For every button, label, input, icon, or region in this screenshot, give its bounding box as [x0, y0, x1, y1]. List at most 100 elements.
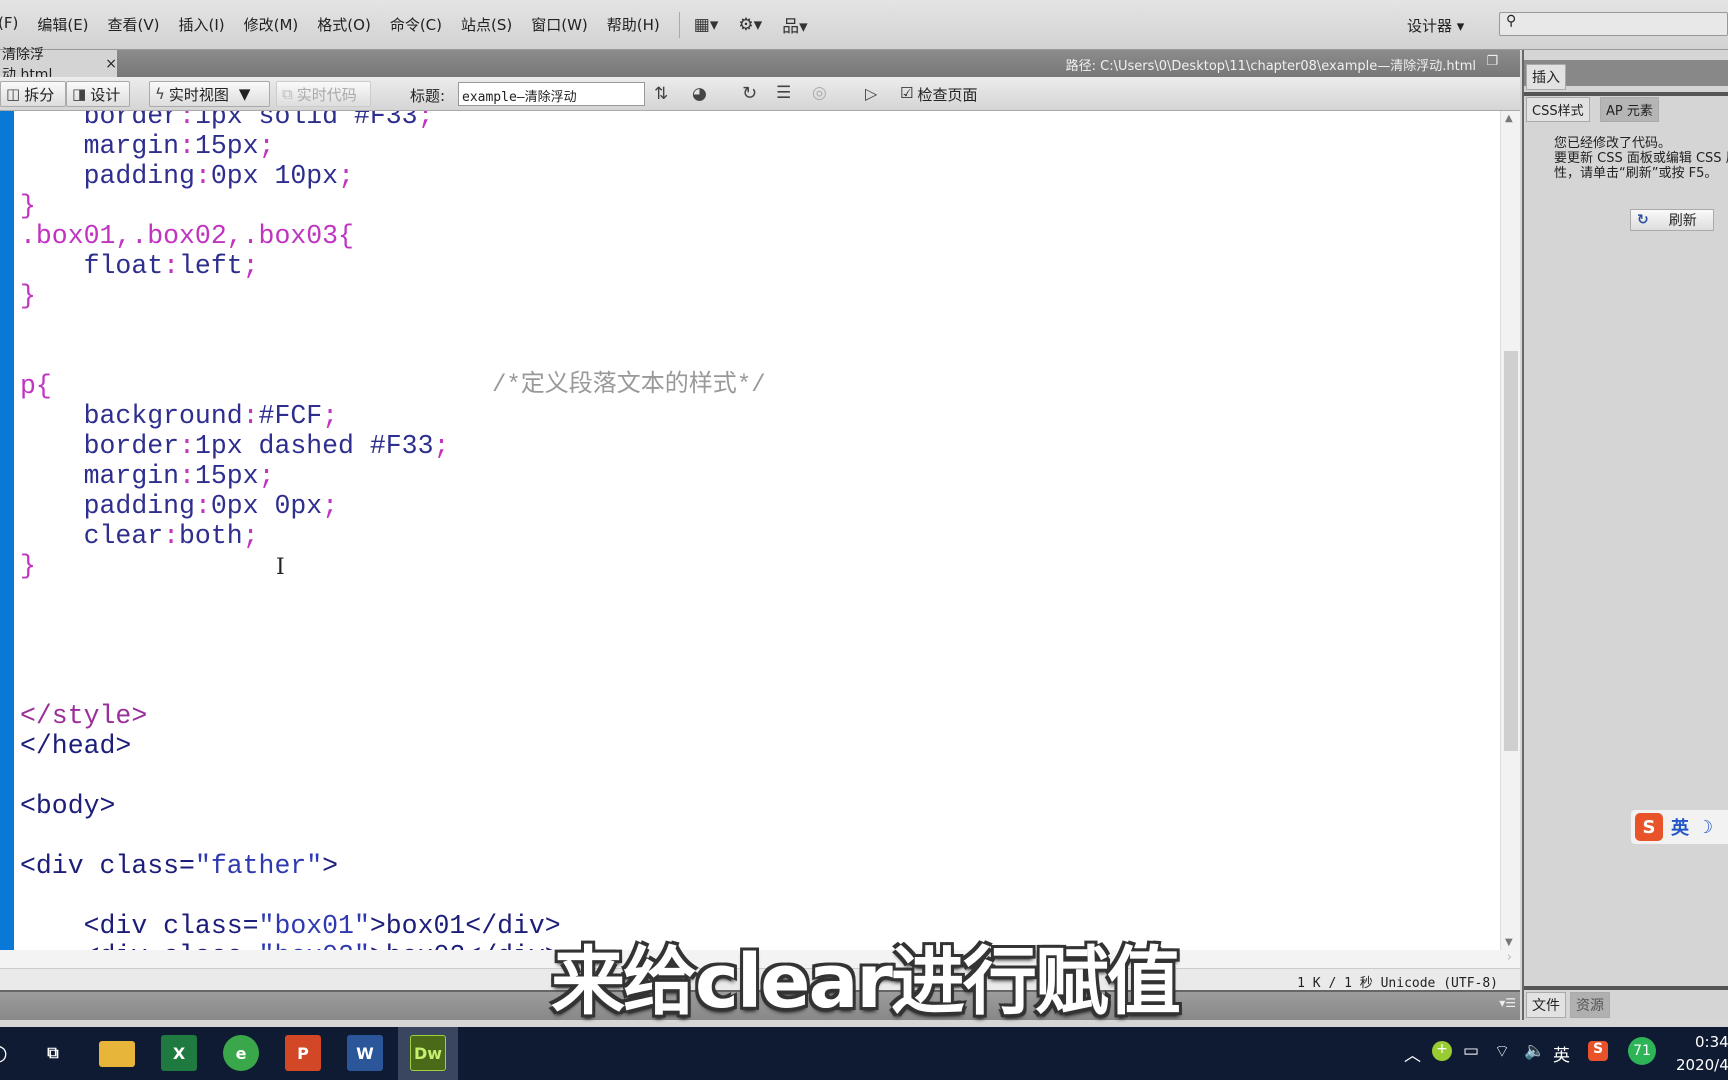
scroll-up-icon[interactable]: ▲ [1505, 113, 1513, 124]
code-token: .box01,.box02,.box03{ [20, 221, 354, 251]
ime-language[interactable]: 英 [1671, 814, 1689, 840]
powerpoint-icon[interactable]: P [285, 1035, 321, 1071]
code-token: float [20, 251, 164, 281]
code-comment: /*定义段落文本的样式*/ [492, 372, 766, 399]
split-view-button[interactable]: ◫ 拆分 [0, 81, 66, 107]
refresh-icon[interactable]: ↻ [742, 83, 757, 104]
browser-360-icon[interactable]: e [223, 1035, 259, 1071]
live-code-label: 实时代码 [296, 85, 357, 104]
menu-item[interactable]: 命令(C) [390, 14, 442, 35]
menu-item[interactable]: 帮助(H) [607, 14, 660, 35]
task-view-icon[interactable]: ⧉ [35, 1035, 71, 1071]
document-tab-bar: 清除浮动.html × 路径: C:\Users\0\Desktop\11\ch… [0, 47, 1520, 83]
live-code-icon: ⧉ [282, 85, 293, 103]
check-page-button[interactable]: ☑ 检查页面 [900, 84, 977, 105]
wifi-icon[interactable]: ⌔ [1494, 1041, 1510, 1062]
document-tab[interactable]: 清除浮动.html × [0, 47, 117, 83]
code-editor[interactable]: border:1px solid #F33; margin:15px; padd… [0, 111, 1500, 950]
code-token: ; [322, 401, 339, 431]
title-input[interactable]: example—清除浮动 [458, 82, 645, 106]
menu-item[interactable]: 格式(O) [317, 14, 371, 35]
code-token: } [20, 191, 36, 221]
code-token: 0px 10px [210, 161, 339, 191]
code-line: } [20, 191, 36, 221]
code-token: </head> [20, 731, 132, 761]
word-icon[interactable]: W [347, 1035, 383, 1071]
code-line: border:1px dashed #F33; [20, 431, 450, 461]
document-toolbar: ◫ 拆分 ◨ 设计 ϟ 实时视图 ▼ ⧉ 实时代码 标题: example—清除浮动 ⇅ … [0, 77, 1520, 111]
scrollbar-thumb[interactable] [1504, 351, 1518, 751]
tab-css-styles[interactable]: CSS样式 [1526, 97, 1590, 122]
workspace-switcher[interactable]: 设计器 ▾ [1407, 15, 1464, 36]
code-line: padding:0px 0px; [20, 491, 338, 521]
menu-item[interactable]: 查看(V) [108, 14, 160, 35]
security-icon[interactable]: + [1432, 1041, 1452, 1061]
code-line: background:#FCF; [20, 401, 338, 431]
sogou-tray-icon[interactable]: S [1588, 1041, 1608, 1061]
code-token: ; [242, 521, 259, 551]
file-path: 路径: C:\Users\0\Desktop\11\chapter08\exam… [1065, 59, 1476, 74]
site-icon[interactable]: 品▾ [782, 12, 808, 37]
live-code-button[interactable]: ⧉ 实时代码 [276, 81, 371, 107]
volume-icon[interactable]: 🔈 [1524, 1041, 1545, 1061]
view-options-icon[interactable]: ☰ [776, 83, 791, 103]
vertical-scrollbar[interactable]: ▲ ▼ [1500, 111, 1520, 950]
title-label: 标题: [410, 87, 446, 105]
menu-item[interactable]: 站点(S) [461, 14, 512, 35]
restore-icon[interactable]: ❐ [1486, 54, 1498, 69]
code-line: float:left; [20, 251, 259, 281]
file-explorer-icon[interactable] [99, 1041, 135, 1067]
ime-toolbar[interactable]: S 英 ☽ [1631, 810, 1728, 844]
start-icon[interactable]: ○ [0, 1035, 16, 1071]
validate-icon[interactable]: ▷ [865, 84, 877, 103]
tray-expand-icon[interactable]: ︿ [1404, 1041, 1421, 1066]
code-line: <div class="father"> [20, 851, 338, 881]
chevron-down-icon[interactable]: ▼ [239, 85, 251, 103]
code-gutter [0, 111, 14, 950]
code-line: </head> [20, 731, 131, 761]
excel-icon[interactable]: X [161, 1035, 197, 1071]
menu-item[interactable]: 插入(I) [179, 14, 225, 35]
refresh-button[interactable]: ↻ 刷新 [1630, 209, 1714, 231]
layout-icon[interactable]: ▦▾ [694, 15, 719, 35]
sogou-icon: S [1635, 813, 1663, 841]
live-view-button[interactable]: ϟ 实时视图 ▼ [149, 81, 270, 107]
code-token: : [194, 491, 211, 521]
dreamweaver-icon[interactable]: Dw [410, 1035, 446, 1071]
code-line: <body> [20, 791, 115, 821]
code-token: clear [20, 521, 164, 551]
code-token: ; [258, 131, 275, 161]
close-icon[interactable]: × [105, 56, 117, 72]
clock-date[interactable]: 2020/4 [1676, 1056, 1728, 1074]
tab-ap-elements[interactable]: AP 元素 [1600, 97, 1659, 122]
code-token: p{ [20, 371, 52, 401]
moon-icon[interactable]: ☽ [1697, 817, 1713, 838]
badge-71[interactable]: 71 [1628, 1037, 1656, 1065]
battery-icon[interactable]: ▭ [1463, 1041, 1479, 1061]
file-transfer-icon[interactable]: ⇅ [654, 84, 668, 104]
gear-icon[interactable]: ⚙▾ [738, 15, 762, 35]
code-token: : [163, 521, 180, 551]
code-token: margin [20, 461, 180, 491]
browser-preview-icon[interactable]: ◕ [692, 84, 707, 104]
design-icon: ◨ [72, 85, 87, 103]
tray-language[interactable]: 英 [1553, 1041, 1570, 1066]
menu-item[interactable]: 窗口(W) [531, 14, 588, 35]
tab-insert[interactable]: 插入 [1526, 64, 1566, 90]
code-token: border [20, 431, 180, 461]
code-token: background [20, 401, 243, 431]
search-input[interactable]: ⚲ [1499, 12, 1728, 36]
code-token: border [20, 111, 180, 131]
menu-items: (F) 编辑(E) 查看(V) 插入(I) 修改(M) 格式(O) 命令(C) 站点(S) 窗口… [0, 14, 679, 35]
visual-aids-icon[interactable]: ◎ [812, 83, 827, 103]
clock-time[interactable]: 0:34 [1695, 1033, 1728, 1051]
code-line: } [20, 551, 36, 581]
menu-item[interactable]: 编辑(E) [37, 14, 88, 35]
code-token: ; [258, 461, 275, 491]
menu-item[interactable]: 修改(M) [244, 14, 299, 35]
code-line: p{ [20, 371, 52, 401]
code-token: both [179, 521, 243, 551]
css-panel-message: 您已经修改了代码。 要更新 CSS 面板或编辑 CSS 属 性，请单击“刷新”或… [1554, 136, 1728, 181]
design-view-button[interactable]: ◨ 设计 [66, 81, 130, 107]
menu-item[interactable]: (F) [0, 14, 18, 35]
